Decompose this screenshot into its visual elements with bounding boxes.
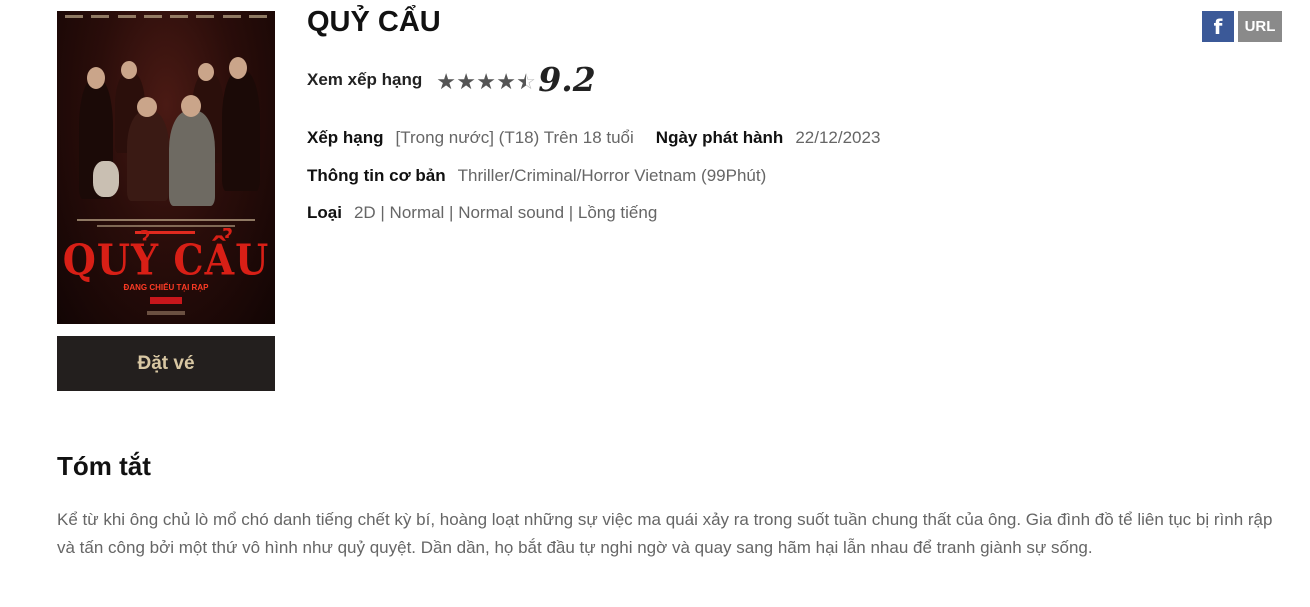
basic-info-value: Thriller/Criminal/Horror Vietnam (99Phút… bbox=[457, 166, 767, 185]
poster-figure bbox=[169, 111, 215, 206]
info-row-basic: Thông tin cơ bản Thriller/Criminal/Horro… bbox=[307, 166, 766, 186]
poster-ticket-badge bbox=[150, 297, 182, 304]
poster-dog bbox=[93, 161, 119, 197]
poster-subtitle: ĐANG CHIẾU TẠI RẠP bbox=[123, 283, 209, 292]
basic-info-label: Thông tin cơ bản bbox=[307, 166, 446, 185]
facebook-share-button[interactable]: f bbox=[1202, 11, 1234, 42]
info-row-rating: Xếp hạng [Trong nước] (T18) Trên 18 tuổi… bbox=[307, 128, 880, 148]
star-icon: ★ bbox=[456, 68, 476, 94]
star-icon: ★ bbox=[476, 68, 496, 94]
info-row-type: Loại 2D | Normal | Normal sound | Lồng t… bbox=[307, 203, 657, 223]
summary-title: Tóm tắt bbox=[57, 451, 151, 481]
rating-score: 9.2 bbox=[538, 60, 596, 99]
release-date-label: Ngày phát hành bbox=[655, 128, 784, 147]
poster-cast-names bbox=[65, 15, 267, 18]
half-star-icon: ☆ ★ bbox=[516, 68, 536, 94]
share-buttons: f URL bbox=[1202, 11, 1282, 42]
rating-stars: ★ ★ ★ ★ ☆ ★ bbox=[436, 68, 536, 94]
facebook-icon: f bbox=[1213, 14, 1223, 39]
age-rating-label: Xếp hạng bbox=[307, 128, 384, 147]
poster-logos bbox=[147, 311, 185, 315]
poster-face bbox=[137, 97, 157, 117]
poster-tagline bbox=[97, 225, 235, 227]
poster-title: QUỶ CẨU bbox=[62, 234, 270, 285]
rating-row: Xem xếp hạng ★ ★ ★ ★ ☆ ★ 9.2 bbox=[307, 60, 596, 99]
poster-tagline bbox=[77, 219, 255, 221]
poster-figure bbox=[222, 71, 260, 191]
rating-label[interactable]: Xem xếp hạng bbox=[307, 70, 422, 90]
poster-face bbox=[121, 61, 137, 79]
poster-figure bbox=[127, 111, 169, 201]
poster-tagline bbox=[135, 231, 195, 234]
type-label: Loại bbox=[307, 203, 342, 222]
star-icon: ★ bbox=[436, 68, 456, 94]
poster-face bbox=[198, 63, 214, 81]
summary-text: Kể từ khi ông chủ lò mổ chó danh tiếng c… bbox=[57, 510, 1273, 557]
release-date-value: 22/12/2023 bbox=[795, 128, 881, 147]
copy-url-button[interactable]: URL bbox=[1238, 11, 1282, 42]
poster-face bbox=[87, 67, 105, 89]
age-rating-value: [Trong nước] (T18) Trên 18 tuổi bbox=[395, 128, 634, 147]
book-ticket-button[interactable]: Đặt vé bbox=[57, 336, 275, 391]
movie-poster: QUỶ CẨU ĐANG CHIẾU TẠI RẠP bbox=[57, 11, 275, 324]
star-icon: ★ bbox=[496, 68, 516, 94]
poster-face bbox=[181, 95, 201, 117]
poster-face bbox=[229, 57, 247, 79]
movie-title: QUỶ CẨU bbox=[307, 6, 441, 38]
type-value: 2D | Normal | Normal sound | Lồng tiếng bbox=[353, 203, 658, 222]
